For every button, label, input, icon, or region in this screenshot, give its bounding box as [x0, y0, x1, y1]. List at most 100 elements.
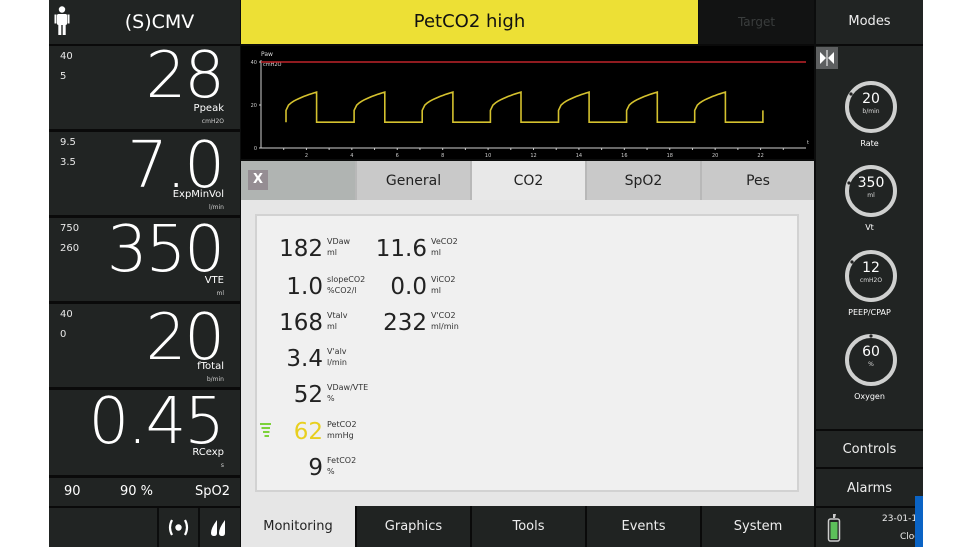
control-value: 12 [862, 260, 880, 276]
metric-value: 1.0 [286, 274, 323, 300]
control-unit: % [868, 361, 874, 368]
metric-name-unit: ViCO2 ml [431, 275, 456, 295]
footer-empty-cell [49, 508, 157, 547]
patient-connection-icon [168, 519, 189, 536]
control-vt[interactable]: 350 ml [843, 163, 899, 219]
param-unit: cmH2O [201, 118, 224, 125]
metric-value: 182 [279, 236, 323, 262]
x-tick-label: 14 [576, 153, 582, 159]
tab-pes[interactable]: Pes [700, 161, 814, 200]
metric-petco2: 62 [257, 417, 323, 447]
metric-value: 3.4 [286, 346, 323, 372]
knob-ring-icon [845, 165, 897, 217]
x-tick-label: 18 [667, 153, 673, 159]
co2-values-panel: 182 VDaw ml 1.0 slopeCO2 %CO2/l 168 Vtalv m… [255, 214, 799, 492]
y-tick-label: 40 [251, 60, 257, 66]
monitoring-panel: X General CO2 SpO2 Pes 182 VDaw ml 1.0 sl… [241, 161, 814, 506]
control-label-peep: PEEP/CPAP [848, 308, 891, 317]
right-controls-column: Modes 20 b/min Rate 350 ml Vt 12 cmH2O P… [816, 0, 923, 547]
high-limit: 750 [60, 223, 80, 234]
window-edge-strip [915, 496, 923, 547]
metric-vco2: 232 [367, 308, 427, 338]
target-button[interactable]: Target [699, 0, 814, 46]
param-name: Ppeak [193, 103, 224, 114]
control-value: 20 [862, 91, 880, 107]
param-ppeak[interactable]: 40 5 28 Ppeak cmH2O [49, 39, 240, 132]
metric-name-unit: V'CO2 ml/min [431, 311, 459, 331]
param-rcexp[interactable]: 0.45 RCexp s [49, 390, 240, 478]
y-tick-label: 0 [254, 146, 257, 152]
y-tick-label: 20 [251, 103, 257, 109]
metric-slopeco2: 1.0 [257, 272, 323, 302]
close-button[interactable]: X [248, 170, 268, 190]
high-limit: 9.5 [60, 137, 76, 148]
tab-general[interactable]: General [355, 161, 470, 200]
alarms-button[interactable]: Alarms [816, 467, 923, 506]
x-tick-label: 8 [441, 153, 444, 159]
metric-name-unit: VDaw ml [327, 237, 351, 257]
param-vte[interactable]: 750 260 350 VTE ml [49, 218, 240, 304]
low-limit: 260 [60, 243, 80, 254]
control-rate[interactable]: 20 b/min [843, 79, 899, 135]
nav-tools[interactable]: Tools [470, 506, 585, 547]
control-label-rate: Rate [860, 139, 879, 148]
param-value: 0.45 [88, 385, 225, 459]
patient-connection-button[interactable] [159, 508, 198, 547]
param-name: RCexp [192, 447, 224, 458]
waveform-title: Paw [261, 51, 273, 58]
ventilation-mode: (S)CMV [124, 11, 195, 33]
low-limit: 0 [60, 329, 67, 340]
tab-co2[interactable]: CO2 [470, 161, 585, 200]
x-tick-label: 22 [757, 153, 763, 159]
metric-veco2: 11.6 [367, 234, 427, 264]
control-peep[interactable]: 12 cmH2O [843, 248, 899, 304]
nav-monitoring[interactable]: Monitoring [241, 506, 355, 547]
nav-graphics[interactable]: Graphics [355, 506, 470, 547]
metric-vico2: 0.0 [367, 272, 427, 302]
tab-spo2[interactable]: SpO2 [585, 161, 700, 200]
metric-name-unit: PetCO2 mmHg [327, 420, 357, 440]
knob-ring-icon [845, 81, 897, 133]
spo2-limit: 90 [64, 484, 81, 499]
knob-ring-icon [845, 250, 897, 302]
x-tick-label: 6 [396, 153, 399, 159]
alarm-banner[interactable]: PetCO2 high [241, 0, 698, 46]
param-name: ExpMinVol [172, 189, 224, 200]
spo2-row[interactable]: 90 90 % SpO2 [49, 478, 240, 508]
freeze-button[interactable] [816, 47, 838, 69]
pressure-curve [285, 91, 764, 123]
controls-button[interactable]: Controls [816, 429, 923, 467]
x-tick-label: 12 [530, 153, 536, 159]
x-tick-label: 4 [350, 153, 353, 159]
metric-name-unit: VDaw/VTE% [327, 383, 369, 403]
nav-system[interactable]: System [700, 506, 814, 547]
high-limit: 40 [60, 51, 73, 62]
waveform-x-unit: t [807, 140, 809, 146]
control-unit: ml [867, 192, 875, 199]
metric-name-unit: FetCO2% [327, 456, 357, 476]
x-tick-label: 20 [712, 153, 718, 159]
left-parameter-column: (S)CMV 40 5 28 Ppeak cmH2O 9.5 3.5 7.0 E… [49, 0, 240, 547]
metric-value: 0.0 [390, 274, 427, 300]
control-label-vt: Vt [865, 223, 874, 232]
close-cell: X [241, 161, 355, 200]
metric-vdaw-vte: 52 [257, 380, 323, 410]
humidity-button[interactable] [200, 508, 240, 547]
humidity-drops-icon [211, 520, 225, 536]
param-value: 28 [145, 39, 225, 113]
x-tick-label: 2 [305, 153, 308, 159]
param-value: 350 [106, 213, 225, 287]
control-unit: b/min [862, 108, 880, 115]
metric-name-unit: VeCO2 ml [431, 237, 458, 257]
control-value: 60 [862, 344, 880, 360]
param-expminvol[interactable]: 9.5 3.5 7.0 ExpMinVol l/min [49, 132, 240, 218]
metric-value: 168 [279, 310, 323, 336]
metric-name-unit: V'alv l/min [327, 347, 348, 367]
param-name: VTE [204, 275, 224, 286]
param-ftotal[interactable]: 40 0 20 fTotal b/min [49, 304, 240, 390]
modes-button[interactable]: Modes [816, 0, 923, 46]
param-unit: b/min [206, 376, 224, 383]
control-oxygen[interactable]: 60 % [843, 332, 899, 388]
metric-valv: 3.4 [257, 344, 323, 374]
nav-events[interactable]: Events [585, 506, 700, 547]
